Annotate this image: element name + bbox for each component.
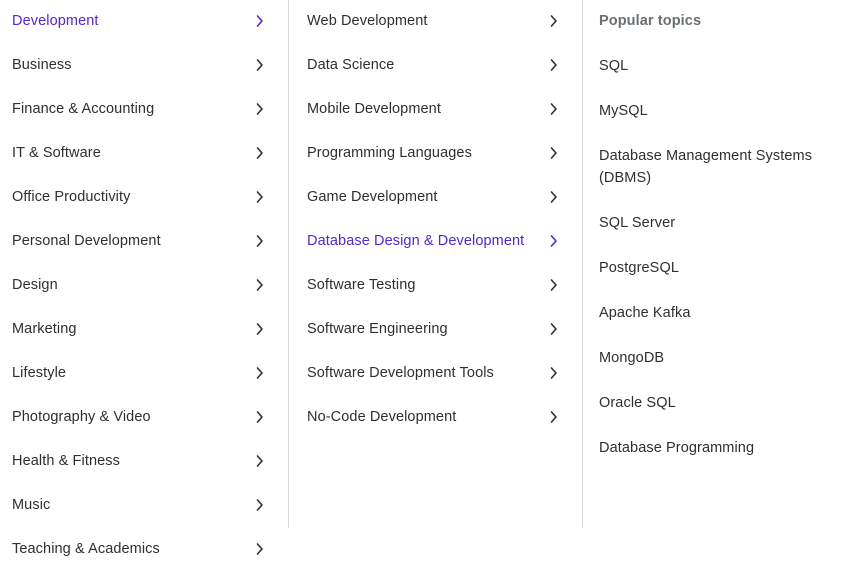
categories-column: Development Business Finance & Accounting I… — [0, 0, 289, 557]
category-item-label: Lifestyle — [12, 365, 67, 381]
category-item-label: Personal Development — [12, 233, 161, 249]
subcategory-item-software-engineering[interactable]: Software Engineering — [289, 312, 582, 346]
chevron-right-icon — [548, 54, 560, 76]
category-item-personal-development[interactable]: Personal Development — [0, 224, 288, 258]
chevron-right-icon — [254, 538, 266, 560]
subcategory-item-label: Programming Languages — [307, 145, 472, 161]
category-item-finance-accounting[interactable]: Finance & Accounting — [0, 92, 288, 126]
subcategory-item-label: Software Testing — [307, 277, 416, 293]
category-item-label: Music — [12, 497, 51, 513]
subcategory-item-label: Mobile Development — [307, 101, 441, 117]
chevron-right-icon — [548, 142, 560, 164]
chevron-right-icon — [548, 362, 560, 384]
subcategory-item-label: No-Code Development — [307, 409, 457, 425]
popular-topics-list: SQL MySQL Database Management Systems (DBM… — [583, 49, 845, 465]
popular-topic-database-programming[interactable]: Database Programming — [583, 431, 845, 465]
popular-topics-heading: Popular topics — [599, 13, 702, 29]
chevron-right-icon — [548, 274, 560, 296]
popular-topic-oracle-sql[interactable]: Oracle SQL — [583, 386, 845, 420]
category-item-label: Finance & Accounting — [12, 101, 155, 117]
category-item-label: Photography & Video — [12, 409, 151, 425]
category-item-label: Teaching & Academics — [12, 541, 160, 557]
chevron-right-icon — [548, 10, 560, 32]
chevron-right-icon — [548, 406, 560, 428]
chevron-right-icon — [254, 406, 266, 428]
subcategory-item-software-development-tools[interactable]: Software Development Tools — [289, 356, 582, 390]
category-item-office-productivity[interactable]: Office Productivity — [0, 180, 288, 214]
popular-topic-database-management-systems-dbms[interactable]: Database Management Systems (DBMS) — [583, 139, 845, 195]
subcategory-item-software-testing[interactable]: Software Testing — [289, 268, 582, 302]
subcategory-item-programming-languages[interactable]: Programming Languages — [289, 136, 582, 170]
chevron-right-icon — [254, 142, 266, 164]
subcategory-item-mobile-development[interactable]: Mobile Development — [289, 92, 582, 126]
chevron-right-icon — [254, 494, 266, 516]
category-item-health-fitness[interactable]: Health & Fitness — [0, 444, 288, 478]
subcategory-item-no-code-development[interactable]: No-Code Development — [289, 400, 582, 434]
subcategory-item-database-design-development[interactable]: Database Design & Development — [289, 224, 582, 258]
chevron-right-icon — [548, 230, 560, 252]
subcategory-item-label: Data Science — [307, 57, 395, 73]
category-item-label: Development — [12, 13, 99, 29]
subcategory-item-label: Software Development Tools — [307, 365, 494, 381]
chevron-right-icon — [254, 362, 266, 384]
subcategory-item-web-development[interactable]: Web Development — [289, 4, 582, 38]
category-item-label: Business — [12, 57, 72, 73]
category-item-design[interactable]: Design — [0, 268, 288, 302]
subcategory-item-label: Software Engineering — [307, 321, 448, 337]
subcategory-item-data-science[interactable]: Data Science — [289, 48, 582, 82]
chevron-right-icon — [254, 274, 266, 296]
chevron-right-icon — [254, 450, 266, 472]
chevron-right-icon — [254, 186, 266, 208]
category-item-business[interactable]: Business — [0, 48, 288, 82]
categories-list: Development Business Finance & Accounting I… — [0, 4, 288, 566]
popular-topic-sql-server[interactable]: SQL Server — [583, 206, 845, 240]
category-item-development[interactable]: Development — [0, 4, 288, 38]
category-item-label: Office Productivity — [12, 189, 131, 205]
subcategory-item-label: Database Design & Development — [307, 233, 525, 249]
subcategories-list: Web Development Data Science Mobile Develo… — [289, 4, 582, 434]
chevron-right-icon — [254, 10, 266, 32]
chevron-right-icon — [548, 186, 560, 208]
chevron-right-icon — [254, 98, 266, 120]
category-item-label: Health & Fitness — [12, 453, 120, 469]
category-item-lifestyle[interactable]: Lifestyle — [0, 356, 288, 390]
subcategory-item-label: Game Development — [307, 189, 438, 205]
subcategories-column: Web Development Data Science Mobile Develo… — [289, 0, 583, 528]
popular-topic-apache-kafka[interactable]: Apache Kafka — [583, 296, 845, 330]
chevron-right-icon — [254, 318, 266, 340]
category-item-label: Marketing — [12, 321, 77, 337]
subcategory-item-game-development[interactable]: Game Development — [289, 180, 582, 214]
chevron-right-icon — [548, 98, 560, 120]
category-item-teaching-academics[interactable]: Teaching & Academics — [0, 532, 288, 566]
chevron-right-icon — [254, 230, 266, 252]
category-item-marketing[interactable]: Marketing — [0, 312, 288, 346]
category-mega-menu: Development Business Finance & Accounting I… — [0, 0, 846, 557]
chevron-right-icon — [548, 318, 560, 340]
popular-topic-mysql[interactable]: MySQL — [583, 94, 845, 128]
category-item-label: IT & Software — [12, 145, 101, 161]
popular-topic-postgresql[interactable]: PostgreSQL — [583, 251, 845, 285]
category-item-photography-video[interactable]: Photography & Video — [0, 400, 288, 434]
category-item-it-software[interactable]: IT & Software — [0, 136, 288, 170]
popular-topic-mongodb[interactable]: MongoDB — [583, 341, 845, 375]
popular-topics-column: Popular topics SQL MySQL Database Manageme… — [583, 0, 845, 528]
chevron-right-icon — [254, 54, 266, 76]
subcategory-item-label: Web Development — [307, 13, 428, 29]
category-item-music[interactable]: Music — [0, 488, 288, 522]
popular-topic-sql[interactable]: SQL — [583, 49, 845, 83]
category-item-label: Design — [12, 277, 58, 293]
